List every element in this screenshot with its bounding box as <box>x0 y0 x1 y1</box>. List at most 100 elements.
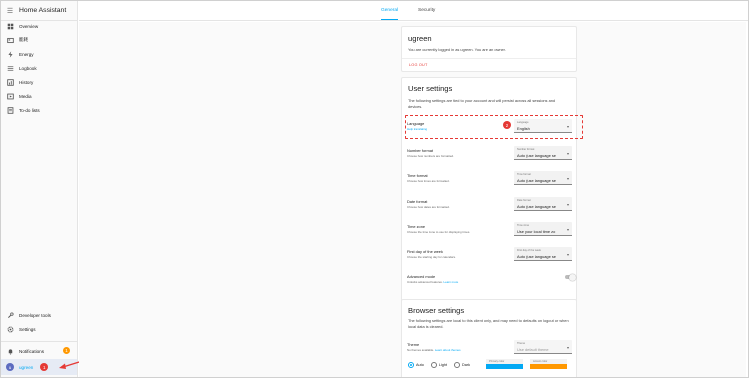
account-message: You are currently logged in as ugreen. Y… <box>408 47 506 52</box>
mode-dark[interactable]: Dark <box>454 362 470 368</box>
sidebar-item-logbook[interactable]: Logbook <box>1 61 77 75</box>
sidebar-item-label: Logbook <box>19 65 37 71</box>
chevron-down-icon: ▾ <box>566 201 569 207</box>
sidebar-item-history[interactable]: History <box>1 75 77 89</box>
sidebar-item-todo[interactable]: To-do lists <box>1 103 77 117</box>
main-content: ugreen You are currently logged in as ug… <box>79 22 746 377</box>
sidebar-item-developer-tools[interactable]: Developer tools <box>1 308 77 322</box>
list-icon <box>1 65 19 72</box>
tab-general[interactable]: General <box>381 1 399 20</box>
time-format-select[interactable]: Time format Auto (use language se ▾ <box>514 171 572 185</box>
time-zone-select[interactable]: Time zone Use your local time zo ▾ <box>514 222 572 236</box>
sidebar-item-label: History <box>19 79 34 85</box>
radio-dark[interactable] <box>454 362 461 368</box>
toggle-knob <box>569 273 576 281</box>
sidebar-item-settings[interactable]: Settings <box>1 322 77 336</box>
notification-count-badge: 1 <box>63 347 70 354</box>
date-format-caption: Date format <box>517 199 531 202</box>
mode-auto[interactable]: Auto <box>408 362 424 368</box>
gear-icon <box>1 326 19 333</box>
theme-select[interactable]: Theme Use default theme ▾ <box>514 340 572 354</box>
bell-icon <box>1 348 19 355</box>
time-zone-value: Use your local time zo <box>517 228 556 234</box>
time-zone-caption: Time zone <box>517 224 530 227</box>
language-select-caption: Language <box>517 121 529 124</box>
first-day-select[interactable]: First day of the week Auto (use language… <box>514 247 572 261</box>
primary-color-swatch <box>486 364 523 369</box>
number-format-caption: Number format <box>517 148 535 151</box>
sidebar-item-label: To-do lists <box>19 107 40 113</box>
chevron-down-icon: ▾ <box>566 150 569 156</box>
time-format-value: Auto (use language se <box>517 177 556 183</box>
sidebar-bottom-nav: Developer tools Settings <box>1 308 77 336</box>
time-format-row: Time format Choose how times are formatt… <box>407 171 573 185</box>
accent-color-label: Accent color <box>533 360 548 363</box>
learn-more-link[interactable]: Learn more <box>443 280 458 284</box>
sidebar-item-label: Settings <box>19 326 36 332</box>
sidebar-item-label: Notifications <box>19 348 45 354</box>
browser-settings-card: Browser settings The following settings … <box>401 299 577 377</box>
advanced-mode-row: Advanced mode Unlocks advanced features.… <box>407 273 576 284</box>
primary-color-picker[interactable]: Primary color <box>486 359 523 369</box>
media-icon <box>1 93 19 100</box>
logout-button[interactable]: LOG OUT <box>409 63 428 67</box>
account-name: ugreen <box>408 34 432 43</box>
app-title: Home Assistant <box>19 7 67 14</box>
number-format-select[interactable]: Number format Auto (use language se ▾ <box>514 146 572 160</box>
language-select-value: English <box>517 125 530 131</box>
sidebar-item-media[interactable]: Media <box>1 89 77 103</box>
wrench-icon <box>1 311 19 319</box>
sidebar-item-overview[interactable]: Overview <box>1 19 77 33</box>
advanced-mode-toggle[interactable] <box>565 273 576 281</box>
sidebar-item-energy[interactable]: Energy <box>1 47 77 61</box>
mode-auto-label: Auto <box>416 363 424 367</box>
tab-security[interactable]: Security <box>418 1 435 20</box>
chevron-down-icon: ▾ <box>566 123 569 129</box>
primary-color-label: Primary color <box>489 360 505 363</box>
radio-light[interactable] <box>430 362 437 368</box>
lightning-icon <box>1 50 19 58</box>
first-day-caption: First day of the week <box>517 249 541 252</box>
avatar: u <box>6 363 14 371</box>
date-format-row: Date format Choose how dates are formatt… <box>407 197 573 211</box>
language-row: Language Help translating 2 Language Eng… <box>405 115 583 139</box>
learn-about-themes-link[interactable]: Learn about themes <box>435 348 461 352</box>
grid-icon <box>1 23 19 30</box>
sidebar-item-notifications[interactable]: Notifications 1 <box>1 344 77 358</box>
time-zone-row: Time zone Choose the time zone to use fo… <box>407 222 573 236</box>
chevron-down-icon: ▾ <box>566 226 569 232</box>
checklist-icon <box>1 106 19 114</box>
sidebar-item-label: Media <box>19 93 32 99</box>
menu-icon[interactable]: ☰ <box>1 7 19 15</box>
sidebar-header: ☰ Home Assistant <box>1 1 77 21</box>
browser-settings-description: The following settings are local to this… <box>408 318 569 329</box>
browser-settings-title: Browser settings <box>408 306 465 315</box>
sidebar-item-energy-cn[interactable]: 能耗 <box>1 33 77 47</box>
date-format-select[interactable]: Date format Auto (use language se ▾ <box>514 197 572 211</box>
chevron-down-icon: ▾ <box>566 344 569 350</box>
time-format-caption: Time format <box>517 173 531 176</box>
first-day-row: First day of the week Choose the startin… <box>407 247 573 261</box>
account-card: ugreen You are currently logged in as ug… <box>401 26 577 72</box>
sidebar-item-label: Overview <box>19 23 39 29</box>
avatar-wrap: u <box>1 363 19 371</box>
sidebar-divider <box>1 341 77 342</box>
sidebar-item-label: Developer tools <box>19 312 51 318</box>
number-format-value: Auto (use language se <box>517 152 556 158</box>
number-format-row: Number format Choose how numbers are for… <box>407 146 573 160</box>
annotation-marker-2: 2 <box>503 121 511 129</box>
annotation-marker-1: 1 <box>40 363 49 371</box>
chevron-down-icon: ▾ <box>566 251 569 257</box>
language-select[interactable]: Language English ▾ <box>514 119 572 133</box>
sidebar-item-label: 能耗 <box>19 37 29 42</box>
accent-color-picker[interactable]: Accent color <box>530 359 567 369</box>
theme-caption: Theme <box>517 342 526 345</box>
theme-sub: No themes available. <box>407 348 434 352</box>
card-divider <box>402 58 576 59</box>
accent-color-swatch <box>530 364 567 369</box>
sidebar-item-user[interactable]: u ugreen 1 <box>1 359 77 375</box>
radio-auto[interactable] <box>408 362 414 368</box>
user-settings-description: The following settings are tied to your … <box>408 98 556 109</box>
mode-light[interactable]: Light <box>430 362 447 368</box>
theme-mode-group: Auto Light Dark <box>408 362 477 368</box>
